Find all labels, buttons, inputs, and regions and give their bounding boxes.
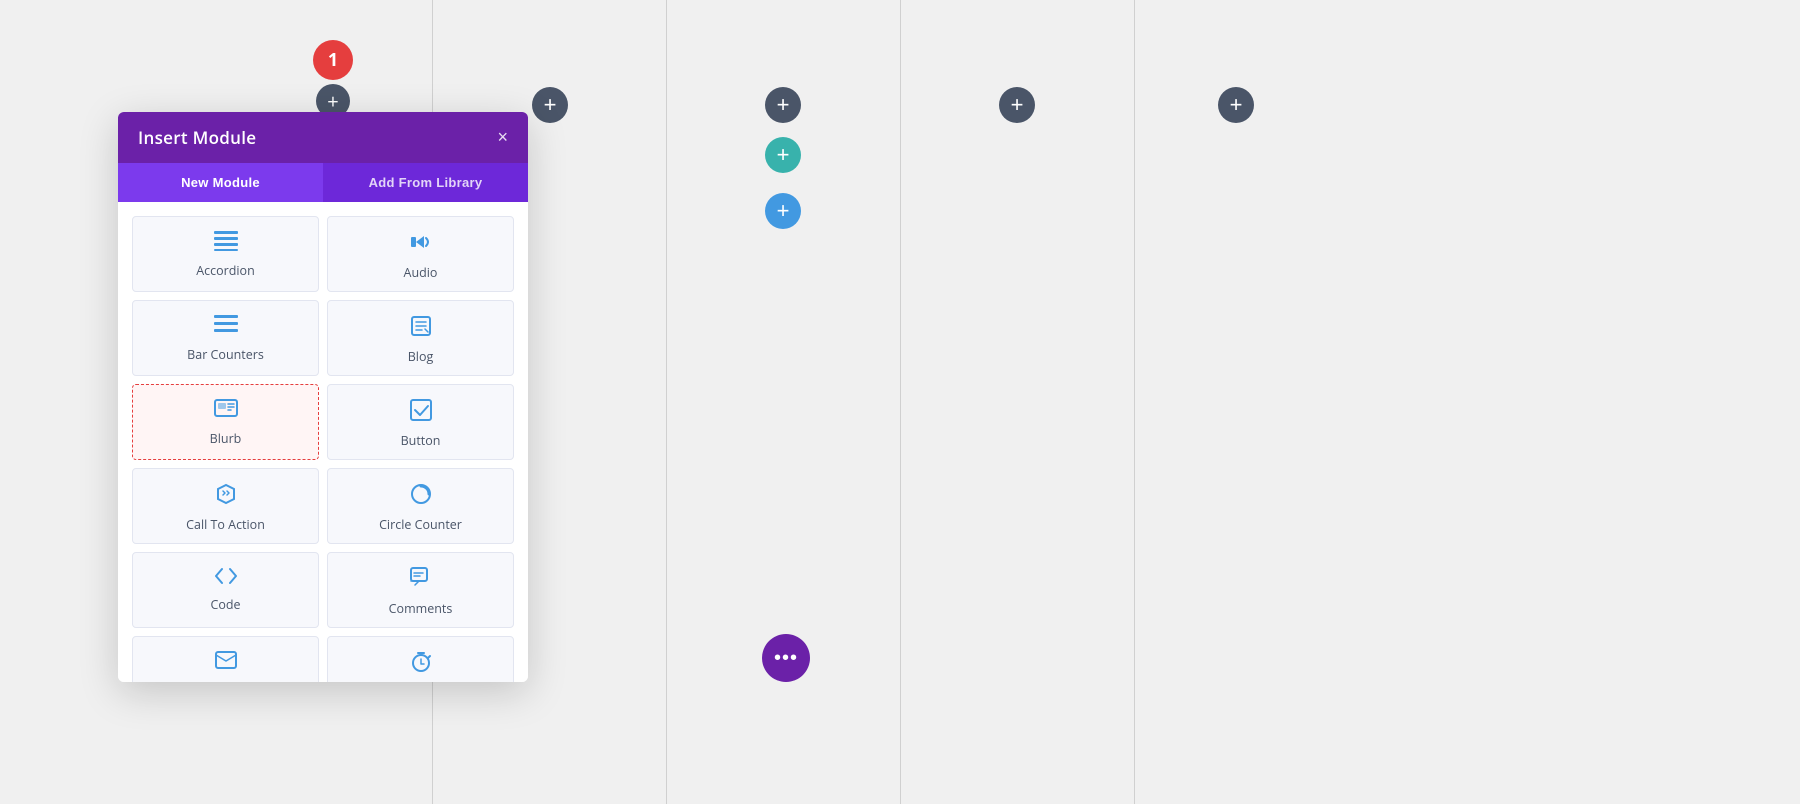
bar-counters-icon xyxy=(214,315,238,338)
modal-title: Insert Module xyxy=(138,126,256,149)
add-column-teal-btn[interactable]: + xyxy=(765,137,801,173)
circle-counter-icon xyxy=(410,483,432,508)
accordion-icon xyxy=(214,231,238,254)
tab-add-from-library[interactable]: Add From Library xyxy=(323,163,528,202)
modal-tabs: New Module Add From Library xyxy=(118,163,528,202)
call-to-action-icon xyxy=(215,483,237,508)
blurb-label: Blurb xyxy=(210,430,242,447)
blog-label: Blog xyxy=(408,348,434,365)
add-module-btn-3[interactable]: + xyxy=(999,87,1035,123)
add-module-btn-4[interactable]: + xyxy=(1218,87,1254,123)
module-item-code[interactable]: Code xyxy=(132,552,319,628)
insert-module-modal: Insert Module × New Module Add From Libr… xyxy=(118,112,528,682)
blurb-icon xyxy=(214,399,238,422)
module-item-countdown-timer[interactable]: Countdown Timer xyxy=(327,636,514,682)
audio-label: Audio xyxy=(404,264,438,281)
module-item-comments[interactable]: Comments xyxy=(327,552,514,628)
module-item-bar-counters[interactable]: Bar Counters xyxy=(132,300,319,376)
module-item-circle-counter[interactable]: Circle Counter xyxy=(327,468,514,544)
modal-close-button[interactable]: × xyxy=(497,127,508,148)
add-module-btn-2[interactable]: + xyxy=(765,87,801,123)
code-icon xyxy=(214,567,238,588)
call-to-action-label: Call To Action xyxy=(186,516,265,533)
module-item-audio[interactable]: Audio xyxy=(327,216,514,292)
code-label: Code xyxy=(210,596,240,613)
add-module-btn-1[interactable]: + xyxy=(532,87,568,123)
modal-header: Insert Module × xyxy=(118,112,528,163)
countdown-timer-icon xyxy=(410,651,432,676)
circle-counter-label: Circle Counter xyxy=(379,516,462,533)
button-icon xyxy=(410,399,432,424)
tab-new-module[interactable]: New Module xyxy=(118,163,323,202)
comments-icon xyxy=(410,567,432,592)
module-item-blog[interactable]: Blog xyxy=(327,300,514,376)
comments-label: Comments xyxy=(389,600,453,617)
blog-icon xyxy=(410,315,432,340)
three-dot-menu-button[interactable]: ••• xyxy=(762,634,810,682)
module-list: Accordion Audio Bar Counte xyxy=(118,202,528,682)
step-badge: 1 xyxy=(313,40,353,80)
button-label: Button xyxy=(401,432,441,449)
contact-form-label: Contact Form xyxy=(186,680,265,682)
module-item-blurb[interactable]: Blurb xyxy=(132,384,319,460)
accordion-label: Accordion xyxy=(196,262,255,279)
contact-form-icon xyxy=(215,651,237,672)
module-item-accordion[interactable]: Accordion xyxy=(132,216,319,292)
bar-counters-label: Bar Counters xyxy=(187,346,264,363)
audio-icon xyxy=(410,231,432,256)
module-item-call-to-action[interactable]: Call To Action xyxy=(132,468,319,544)
module-item-button[interactable]: Button xyxy=(327,384,514,460)
module-item-contact-form[interactable]: Contact Form xyxy=(132,636,319,682)
add-row-blue-btn[interactable]: + xyxy=(765,193,801,229)
